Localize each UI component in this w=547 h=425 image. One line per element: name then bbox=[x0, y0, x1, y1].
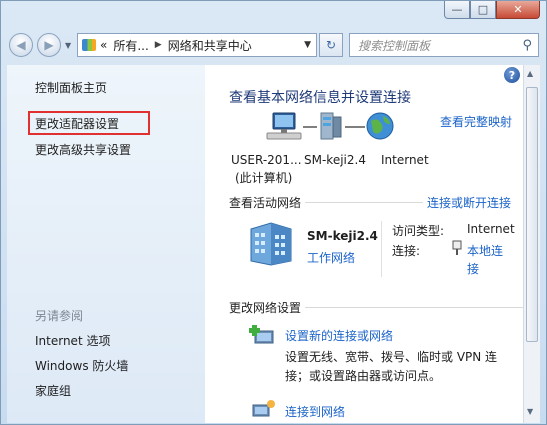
connect-disconnect-link[interactable]: 连接或断开连接 bbox=[427, 194, 511, 211]
search-box[interactable]: 搜索控制面板 ⚲ bbox=[349, 33, 539, 57]
setup-description-line1: 设置无线、宽带、拨号、临时或 VPN 连 bbox=[285, 350, 498, 364]
network-map bbox=[266, 112, 394, 140]
connection-label: 连接: bbox=[392, 244, 421, 258]
ethernet-icon bbox=[452, 240, 462, 255]
maximize-button[interactable]: □ bbox=[470, 1, 496, 19]
forward-arrow-icon: ▶ bbox=[44, 38, 54, 52]
change-settings-heading: 更改网络设置 bbox=[229, 301, 302, 315]
internet-globe-icon bbox=[366, 112, 394, 140]
search-icon[interactable]: ⚲ bbox=[522, 38, 532, 53]
map-network-label: SM-keji2.4 bbox=[304, 153, 366, 167]
map-internet-label: Internet bbox=[381, 153, 429, 167]
map-computer-sublabel: (此计算机) bbox=[235, 171, 293, 185]
scrollbar-thumb[interactable] bbox=[526, 87, 538, 342]
network-type-link[interactable]: 工作网络 bbox=[307, 249, 355, 266]
local-connection-link[interactable]: 本地连 bbox=[467, 242, 503, 259]
help-icon: ? bbox=[508, 68, 516, 82]
control-panel-window: — □ ✕ ◀ ▶ ▼ « 所有... ▶ 网络和共享中心 ▼ ↻ 搜索控制面板… bbox=[0, 0, 547, 425]
caption-buttons: — □ ✕ bbox=[444, 1, 540, 19]
sidebar-link-internet-options[interactable]: Internet 选项 bbox=[35, 332, 110, 349]
refresh-button[interactable]: ↻ bbox=[319, 33, 343, 57]
network-center-icon bbox=[82, 39, 96, 51]
breadcrumb-all-items[interactable]: 所有... bbox=[113, 37, 148, 54]
page-title: 查看基本网络信息并设置连接 bbox=[229, 90, 411, 106]
setup-connection-link[interactable]: 设置新的连接或网络 bbox=[285, 327, 393, 344]
navigation-bar: ◀ ▶ ▼ « 所有... ▶ 网络和共享中心 ▼ ↻ 搜索控制面板 ⚲ bbox=[1, 29, 546, 63]
work-network-icon bbox=[250, 222, 292, 266]
connect-to-network-link[interactable]: 连接到网络 bbox=[285, 403, 345, 420]
refresh-icon: ↻ bbox=[325, 38, 337, 52]
view-full-map-link[interactable]: 查看完整映射 bbox=[440, 113, 512, 130]
breadcrumb-separator-icon[interactable]: ▶ bbox=[155, 40, 162, 50]
scroll-down-icon[interactable]: ▼ bbox=[527, 407, 533, 416]
map-computer-label: USER-201... bbox=[231, 153, 302, 167]
scroll-up-icon[interactable]: ▲ bbox=[527, 69, 533, 78]
main-content: 查看基本网络信息并设置连接 查看完整映射 USER-201... (此计算机) … bbox=[205, 65, 523, 423]
sidebar-link-firewall[interactable]: Windows 防火墙 bbox=[35, 357, 128, 374]
sidebar-link-homegroup[interactable]: 家庭组 bbox=[35, 382, 71, 399]
divider bbox=[305, 307, 523, 308]
setup-description-line2: 接；或设置路由器或访问点。 bbox=[285, 369, 442, 383]
minimize-button[interactable]: — bbox=[444, 1, 470, 19]
see-also-heading: 另请参阅 bbox=[35, 309, 84, 323]
recent-pages-dropdown[interactable]: ▼ bbox=[65, 41, 71, 50]
address-dropdown-icon[interactable]: ▼ bbox=[304, 40, 311, 50]
network-icon bbox=[320, 112, 342, 140]
close-button[interactable]: ✕ bbox=[496, 1, 540, 19]
connect-network-icon bbox=[252, 400, 275, 417]
back-arrow-icon: ◀ bbox=[16, 38, 26, 52]
forward-button[interactable]: ▶ bbox=[37, 33, 61, 57]
sidebar-link-advanced-sharing[interactable]: 更改高级共享设置 bbox=[35, 141, 131, 158]
local-connection-link-cont[interactable]: 接 bbox=[467, 260, 479, 277]
breadcrumb-network-center[interactable]: 网络和共享中心 bbox=[168, 37, 252, 54]
sidebar-link-home[interactable]: 控制面板主页 bbox=[35, 79, 107, 96]
access-type-label: 访问类型: bbox=[392, 224, 445, 238]
search-input[interactable]: 搜索控制面板 bbox=[350, 37, 430, 54]
breadcrumb-overflow[interactable]: « bbox=[100, 38, 107, 52]
vertical-scrollbar[interactable]: ▲ ▼ bbox=[523, 65, 540, 423]
active-networks-heading: 查看活动网络 bbox=[229, 196, 302, 210]
address-bar[interactable]: « 所有... ▶ 网络和共享中心 ▼ bbox=[77, 33, 317, 57]
help-button[interactable]: ? bbox=[504, 67, 520, 83]
back-button[interactable]: ◀ bbox=[9, 33, 33, 57]
computer-icon bbox=[266, 112, 302, 140]
access-type-value: Internet bbox=[467, 222, 515, 236]
divider bbox=[305, 202, 423, 203]
sidebar: 控制面板主页 更改适配器设置 更改高级共享设置 另请参阅 Internet 选项… bbox=[7, 65, 205, 423]
column-divider bbox=[381, 221, 382, 277]
new-connection-icon bbox=[249, 325, 274, 344]
sidebar-link-adapter-settings[interactable]: 更改适配器设置 bbox=[35, 115, 119, 132]
active-network-name: SM-keji2.4 bbox=[307, 229, 378, 243]
